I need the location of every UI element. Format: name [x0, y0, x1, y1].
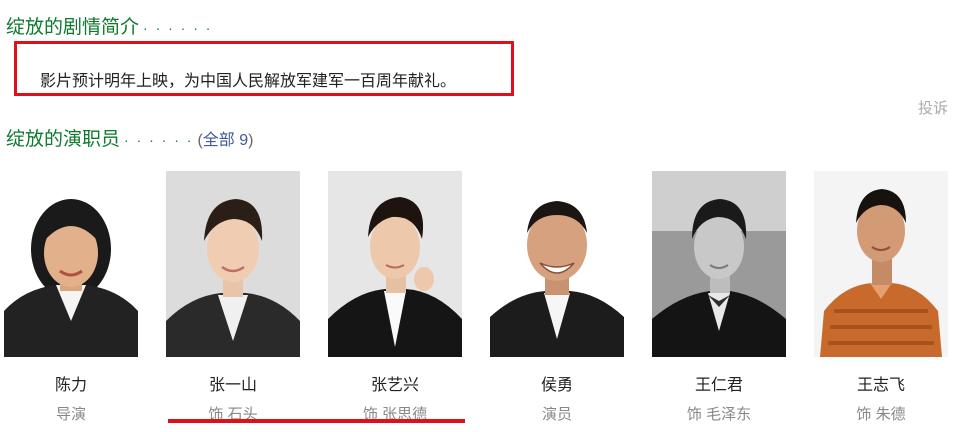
cast-dots: · · · · · · — [124, 132, 194, 148]
person-portrait-icon — [652, 171, 786, 357]
person-portrait-icon — [328, 171, 462, 357]
cast-list: 陈力 导演 张一山 饰 石头 张艺兴 饰 张思德 侯勇 演员 王仁君 饰 毛泽东… — [0, 171, 960, 431]
cast-name[interactable]: 张艺兴 — [328, 371, 462, 395]
cast-card[interactable]: 王志飞 饰 朱德 — [814, 171, 948, 424]
cast-card[interactable]: 陈力 导演 — [4, 171, 138, 424]
person-portrait-icon — [814, 171, 948, 357]
cast-all-link-wrap: (全部 9) — [197, 132, 253, 149]
report-link[interactable]: 投诉 — [918, 97, 948, 118]
cast-photo[interactable] — [166, 171, 300, 357]
highlight-underline — [168, 419, 465, 423]
paren-close: ) — [248, 132, 254, 149]
cast-card[interactable]: 侯勇 演员 — [490, 171, 624, 424]
cast-all-link[interactable]: 全部 9 — [203, 132, 248, 149]
cast-role: 演员 — [541, 406, 572, 423]
cast-card[interactable]: 王仁君 饰 毛泽东 — [652, 171, 786, 424]
person-portrait-icon — [4, 171, 138, 357]
cast-role: 饰 毛泽东 — [686, 406, 752, 423]
cast-title: 绽放的演职员 — [6, 129, 121, 150]
cast-name[interactable]: 王仁君 — [652, 371, 786, 395]
cast-heading: 绽放的演职员 · · · · · · (全部 9) — [6, 124, 253, 151]
synopsis-title: 绽放的剧情简介 — [6, 17, 140, 38]
cast-name[interactable]: 张一山 — [166, 371, 300, 395]
cast-photo[interactable] — [490, 171, 624, 357]
cast-card[interactable]: 张一山 饰 石头 — [166, 171, 300, 424]
synopsis-heading: 绽放的剧情简介 · · · · · · — [6, 12, 212, 39]
person-portrait-icon — [166, 171, 300, 357]
person-portrait-icon — [490, 171, 624, 357]
cast-photo[interactable] — [4, 171, 138, 357]
cast-role: 饰 朱德 — [856, 406, 906, 423]
cast-name[interactable]: 王志飞 — [814, 371, 948, 395]
cast-photo[interactable] — [652, 171, 786, 357]
cast-name[interactable]: 陈力 — [4, 371, 138, 395]
cast-photo[interactable] — [814, 171, 948, 357]
synopsis-text: 影片预计明年上映，为中国人民解放军建军一百周年献礼。 — [40, 73, 457, 90]
synopsis-dots: · · · · · · — [143, 20, 213, 36]
cast-card[interactable]: 张艺兴 饰 张思德 — [328, 171, 462, 424]
cast-role: 导演 — [55, 406, 86, 423]
cast-photo[interactable] — [328, 171, 462, 357]
cast-name[interactable]: 侯勇 — [490, 371, 624, 395]
